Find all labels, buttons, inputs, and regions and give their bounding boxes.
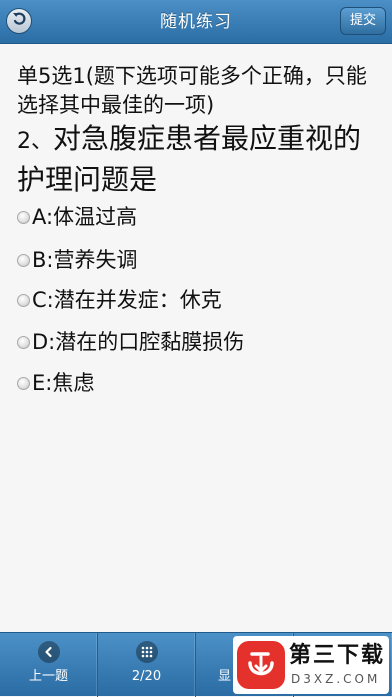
option-label: B:营养失调 [32, 248, 138, 272]
question-stem: 2、对急腹症患者最应重视的护理问题是 [17, 120, 382, 199]
grid-icon [135, 641, 158, 663]
radio-icon[interactable] [17, 210, 30, 224]
submit-button[interactable]: 提交 [340, 7, 386, 35]
page-title: 随机练习 [160, 12, 232, 32]
question-number: 2、 [17, 129, 53, 154]
prev-question-label: 上一题 [28, 669, 68, 684]
radio-icon[interactable] [17, 376, 30, 390]
prev-question-button[interactable]: 上一题 [0, 633, 98, 697]
question-type-text: 单5选1(题下选项可能多个正确，只能选择其中最佳的一项) [17, 64, 367, 117]
watermark: 第三下载 D3XZ.COM [233, 636, 389, 694]
radio-icon[interactable] [17, 253, 30, 267]
radio-icon[interactable] [17, 293, 30, 307]
watermark-domain: D3XZ.COM [291, 672, 381, 686]
page-indicator-label: 2/20 [131, 669, 162, 684]
watermark-logo [237, 641, 285, 689]
option-e[interactable]: E:焦虑 [17, 363, 377, 403]
option-d[interactable]: D:潜在的口腔黏膜损伤 [17, 322, 377, 362]
option-label: A:体温过高 [32, 205, 138, 229]
question-text: 对急腹症患者最应重视的护理问题是 [17, 122, 362, 196]
option-a[interactable]: A:体温过高 [17, 197, 377, 237]
option-b[interactable]: B:营养失调 [17, 240, 377, 280]
watermark-title: 第三下载 [289, 643, 386, 668]
page-indicator-button[interactable]: 2/20 [98, 633, 196, 697]
radio-icon[interactable] [17, 335, 30, 349]
option-label: E:焦虑 [32, 371, 95, 395]
chevron-left-icon [37, 641, 60, 663]
option-label: C:潜在并发症：休克 [32, 288, 222, 312]
top-bar: 随机练习 提交 [0, 0, 392, 44]
option-c[interactable]: C:潜在并发症：休克 [17, 280, 377, 320]
option-label: D:潜在的口腔黏膜损伤 [32, 330, 245, 354]
